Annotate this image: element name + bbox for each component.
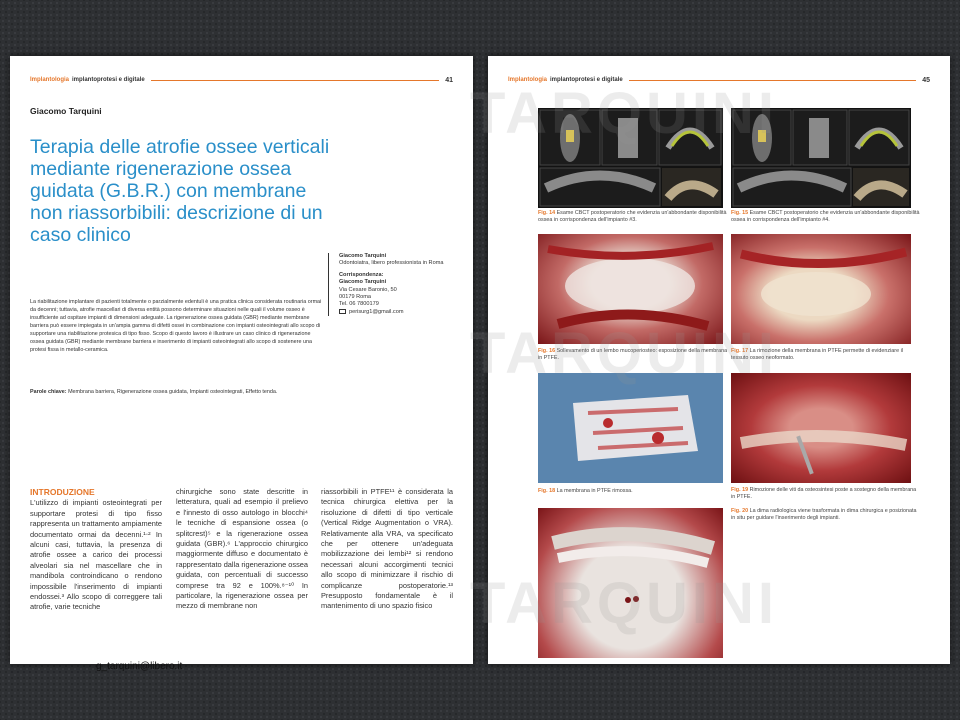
figure-caption: Fig. 15 Esame CBCT postoperatorio che ev… (731, 210, 921, 224)
figure-label: Fig. 18 (538, 488, 556, 494)
figure-18-membrane-photo (538, 373, 723, 483)
article-title: Terapia delle atrofie ossee verticali me… (30, 136, 330, 246)
aff-corr-name: Giacomo Tarquini (339, 279, 387, 286)
figure-caption: Fig. 16 Sollevamento di un lembo mucoper… (538, 348, 728, 362)
caption-text: La dima radiologica viene trasformata in… (731, 508, 917, 521)
caption-text: La membrana in PTFE rimossa. (556, 488, 633, 494)
header-rule (150, 79, 440, 81)
header-section: Implantologia (30, 77, 69, 83)
caption-text: La rimozione della membrana in PTFE perm… (731, 348, 903, 361)
running-header: Implantologia implantoprotesi e digitale… (508, 74, 930, 86)
surgical-photo-graphic (547, 242, 714, 331)
figure-caption: Fig. 19 Rimozione delle viti da osteosin… (731, 487, 921, 501)
figure-15-cbct-image (731, 108, 911, 208)
page-number: 41 (445, 76, 453, 84)
keywords: Parole chiave: Membrana barriera, Rigene… (30, 388, 322, 396)
intro-heading: INTRODUZIONE (30, 487, 95, 497)
figure-caption: Fig. 17 La rimozione della membrana in P… (731, 348, 921, 362)
header-subsection: implantoprotesi e digitale (550, 77, 623, 83)
column-text: riassorbibili in PTFE¹¹ è considerata la… (321, 487, 453, 611)
figure-20-surgical-guide-photo (538, 508, 723, 658)
figure-caption: Fig. 14 Esame CBCT postoperatorio che ev… (538, 210, 728, 224)
aff-email[interactable]: perisurg1@gmail.com (349, 309, 404, 315)
figure-14-cbct-image (538, 108, 723, 208)
caption-text: Esame CBCT postoperatorio che evidenzia … (538, 210, 727, 223)
text-column-3: riassorbibili in PTFE¹¹ è considerata la… (321, 487, 453, 612)
aff-role: Odontoiatra, libero professionista in Ro… (339, 260, 444, 267)
figure-19-clinical-photo (731, 373, 911, 483)
aff-tel: Tel. 06 7800179 (339, 301, 379, 308)
keywords-text: Membrana barriera, Rigenerazione ossea g… (68, 389, 278, 395)
article-page-left: Implantologia implantoprotesi e digitale… (10, 56, 473, 664)
aff-corr-label: Corrispondenza: (339, 271, 384, 278)
caption-text: Esame CBCT postoperatorio che evidenzia … (731, 210, 920, 223)
author-affiliation: Giacomo Tarquini Odontoiatra, libero pro… (328, 253, 458, 317)
figure-label: Fig. 19 (731, 487, 749, 493)
cbct-scan-graphic (539, 109, 722, 207)
aff-email-row: perisurg1@gmail.com (339, 309, 458, 316)
figure-label: Fig. 16 (538, 348, 556, 354)
aff-city: 00179 Roma (339, 294, 372, 301)
figure-17-clinical-photo (731, 234, 911, 344)
aff-address: Via Cesare Baronio, 50 (339, 286, 397, 293)
abstract: La riabilitazione implantare di pazienti… (30, 299, 322, 353)
figure-label: Fig. 15 (731, 210, 749, 216)
cbct-scan-graphic (732, 109, 910, 207)
column-text: L'utilizzo di impianti osteointegrati pe… (30, 498, 162, 612)
surgical-photo-graphic (739, 429, 908, 475)
surgical-photo-graphic (739, 247, 908, 316)
figure-16-clinical-photo (538, 234, 723, 344)
article-author: Giacomo Tarquini (30, 106, 102, 116)
header-subsection: implantoprotesi e digitale (72, 77, 145, 83)
surgical-guide-graphic (551, 527, 716, 603)
figure-label: Fig. 14 (538, 210, 556, 216)
figure-caption: Fig. 18 La membrana in PTFE rimossa. (538, 488, 728, 495)
column-text: chirurgiche sono state descritte in lett… (176, 487, 308, 611)
page-number: 45 (922, 76, 930, 84)
figure-label: Fig. 17 (731, 348, 749, 354)
text-column-2: chirurgiche sono state descritte in lett… (176, 487, 308, 612)
membrane-photo-graphic (538, 373, 723, 483)
mail-icon (339, 308, 346, 314)
running-header: Implantologia implantoprotesi e digitale… (30, 74, 453, 86)
keywords-label: Parole chiave: (30, 389, 67, 395)
figure-label: Fig. 20 (731, 508, 749, 514)
footer-email[interactable]: g_tarquini@libero.it (96, 661, 182, 672)
caption-text: Sollevamento di un lembo mucoperiosteo: … (538, 348, 728, 361)
aff-name: Giacomo Tarquini (339, 253, 387, 259)
article-page-right: Implantologia implantoprotesi e digitale… (488, 56, 950, 664)
text-column-1: INTRODUZIONE L'utilizzo di impianti oste… (30, 487, 162, 613)
header-section: Implantologia (508, 77, 547, 83)
figure-caption: Fig. 20 La dima radiologica viene trasfo… (731, 508, 921, 522)
caption-text: Rimozione delle viti da osteosintesi pos… (731, 487, 917, 500)
header-rule (628, 79, 917, 81)
